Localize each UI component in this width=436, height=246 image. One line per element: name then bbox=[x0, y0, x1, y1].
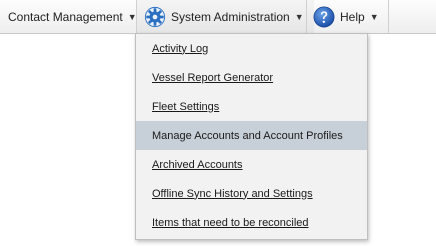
nav-system-administration-label: System Administration bbox=[171, 9, 290, 24]
menu-item-label: Offline Sync History and Settings bbox=[152, 187, 313, 200]
menu-item-fleet-settings[interactable]: Fleet Settings bbox=[136, 92, 367, 121]
nav-contact-management-label: Contact Management bbox=[8, 9, 123, 24]
menu-item-manage-accounts[interactable]: Manage Accounts and Account Profiles bbox=[136, 121, 367, 150]
menu-item-archived-accounts[interactable]: Archived Accounts bbox=[136, 150, 367, 179]
menu-item-items-to-reconcile[interactable]: Items that need to be reconciled bbox=[136, 208, 367, 237]
gear-icon bbox=[144, 6, 166, 27]
menu-item-offline-sync[interactable]: Offline Sync History and Settings bbox=[136, 179, 367, 208]
chevron-down-icon: ▼ bbox=[294, 11, 304, 22]
menu-item-vessel-report-generator[interactable]: Vessel Report Generator bbox=[136, 63, 367, 92]
menu-item-label: Fleet Settings bbox=[152, 100, 220, 113]
nav-help-label: Help bbox=[340, 9, 365, 24]
system-administration-dropdown-menu: Activity Log Vessel Report Generator Fle… bbox=[135, 33, 368, 240]
menu-item-label: Vessel Report Generator bbox=[152, 71, 274, 84]
chevron-down-icon: ▼ bbox=[369, 11, 379, 22]
nav-help[interactable]: Help ▼ bbox=[313, 0, 379, 33]
nav-divider bbox=[388, 0, 389, 33]
menu-item-label: Activity Log bbox=[152, 42, 209, 55]
menu-item-label: Manage Accounts and Account Profiles bbox=[152, 129, 343, 142]
menu-item-label: Archived Accounts bbox=[152, 158, 243, 171]
menu-item-activity-log[interactable]: Activity Log bbox=[136, 34, 367, 63]
top-navigation-bar: Contact Management ▼ System Administrati… bbox=[0, 0, 436, 34]
help-question-icon bbox=[313, 6, 335, 27]
menu-item-label: Items that need to be reconciled bbox=[152, 216, 309, 229]
nav-divider bbox=[306, 0, 307, 33]
nav-system-administration[interactable]: System Administration ▼ bbox=[137, 0, 314, 33]
nav-contact-management[interactable]: Contact Management ▼ bbox=[8, 0, 137, 33]
